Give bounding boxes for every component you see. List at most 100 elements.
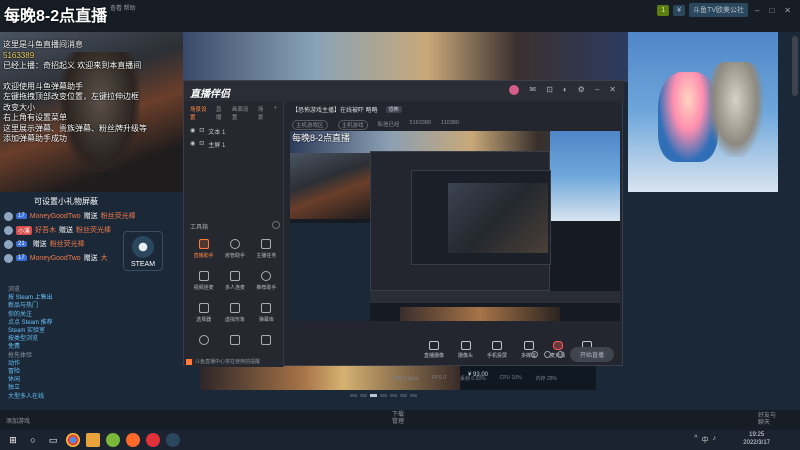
settings-icon[interactable] [556,351,564,358]
scrollbar[interactable] [792,36,798,96]
eye-icon[interactable]: ◉ [190,127,195,136]
tool-item[interactable] [219,335,250,359]
eye-icon[interactable]: ◉ [190,140,195,149]
downloads-button[interactable]: 下载 管理 [392,412,404,426]
sidebar-link[interactable]: 免费 [8,343,175,351]
chrome-icon[interactable] [66,433,80,447]
tool-item[interactable]: 直播助手 [188,239,219,263]
skin-icon[interactable]: ◐ [563,85,568,95]
chat-line: 改变大小 [3,102,35,112]
chat-line: 这里是斗鱼直播间消息 [3,40,83,49]
add-game-button[interactable]: 添加游戏 [6,416,30,425]
tool-item[interactable]: 虚拟形象 [219,303,250,327]
folder-icon[interactable] [86,433,100,447]
gifter-name[interactable]: 好吾木 [35,225,56,235]
task-view-icon[interactable]: ▭ [46,433,60,447]
lock-icon[interactable]: ⊡ [199,140,204,149]
carousel-dot[interactable] [360,394,367,397]
carousel-dot[interactable] [350,394,357,397]
lock-icon[interactable]: ⊡ [199,127,204,136]
store-banner[interactable] [183,32,628,82]
room-info-item[interactable]: 主机游戏 [337,120,368,130]
source-control[interactable]: 手机投屏 [487,341,507,359]
gifter-name[interactable]: MoneyGoodTwo [30,255,81,262]
tool-item[interactable]: 选择器 [188,303,219,327]
toolbox-collapse-icon[interactable] [272,221,280,229]
tab-2[interactable]: 直播 [216,105,226,121]
steam-bottom-bar: 添加游戏 下载 管理 好友与 聊天 [0,410,800,430]
gifter-name[interactable]: MoneyGoodTwo [30,213,81,220]
add-scene-icon[interactable]: + [274,105,277,121]
tray-icon[interactable]: 中 [702,435,709,445]
tool-item[interactable] [188,335,219,359]
sidebar-link[interactable]: Steam 实验室 [8,327,175,335]
account-chip[interactable]: 斗鱼TV欧美公社 [689,3,748,17]
carousel-dot[interactable] [380,394,387,397]
start-live-button[interactable]: 开始直播 [569,347,614,362]
sidebar-link[interactable]: 冒险 [8,368,175,376]
clock[interactable]: 19:25 2022/3/17 [743,432,770,447]
tool-item[interactable]: 视频连麦 [188,271,219,295]
notification-badge[interactable]: 1 [657,4,670,16]
scene-item[interactable]: ◉ ⊡ 主屏 1 [184,138,283,151]
search-icon[interactable]: ○ [26,433,40,447]
tab-3[interactable]: 画面设置 [232,105,252,121]
room-title[interactable]: 【恐怖游戏主播】在线被吓 略略 [292,105,378,114]
steam-menu[interactable]: 查看 帮助 [110,3,136,12]
close-icon[interactable]: ✕ [781,6,794,15]
friends-chat-button[interactable]: 好友与 聊天 [758,413,776,427]
carousel-dot[interactable] [390,394,397,397]
tool-item[interactable] [251,335,282,359]
maximize-icon[interactable]: □ [766,6,777,15]
featured-game-art-right[interactable] [628,32,778,192]
weibo-icon[interactable] [146,433,160,447]
sidebar-link[interactable]: 新品与热门 [8,302,175,310]
timer-icon[interactable] [543,351,551,358]
close-icon[interactable]: ✕ [609,85,616,95]
sidebar-link[interactable]: 按类型浏览 [8,335,175,343]
tool-item[interactable]: 房管助手 [219,239,250,263]
scene-item[interactable]: ◉ ⊡ 文本 1 [184,125,283,138]
tool-item[interactable]: 弹幕库 [251,303,282,327]
avatar[interactable] [509,85,520,95]
carousel-dot[interactable] [400,394,407,397]
mail-icon[interactable]: ✉ [529,85,536,95]
minimize-icon[interactable]: – [595,85,599,95]
companion-logo: 直播伴侣 [190,89,230,100]
carousel-dots[interactable] [350,394,417,397]
douyu-icon[interactable] [126,433,140,447]
tool-item[interactable]: 主播任务 [251,239,282,263]
tool-item[interactable]: 多人连麦 [219,271,250,295]
app-icon[interactable] [106,433,120,447]
room-info: 主机游戏区 主机游戏 私信已经 5163389 110380 [284,118,624,132]
sidebar-link[interactable]: 休闲 [8,376,175,384]
tray-icon[interactable]: ^ [694,435,697,445]
minimize-icon[interactable]: – [752,6,762,15]
record-icon[interactable] [530,351,538,358]
checkbox[interactable] [186,358,192,365]
steam-icon[interactable] [166,433,180,447]
sidebar-link[interactable]: 独立 [8,384,175,392]
carousel-dot[interactable] [410,394,417,397]
sidebar-link[interactable]: 你的关注 [8,311,175,319]
source-control[interactable]: 直播摄像 [424,341,444,359]
settings-icon[interactable]: ⚙ [578,85,585,95]
wallet-chip[interactable]: ¥ [673,4,686,16]
sidebar-link[interactable]: 动作 [8,360,175,368]
sidebar-link[interactable]: 大型多人在线 [8,393,175,401]
source-control[interactable]: 摄像头 [458,341,473,359]
stream-preview[interactable]: 每晚8-2点直播 [290,131,620,321]
room-info-item[interactable]: 主机游戏区 [292,120,328,130]
carousel-dot-active[interactable] [370,394,377,397]
room-tag[interactable]: 恐怖 [385,106,402,113]
sidebar-link[interactable]: 按 Steam 上售出 [8,294,175,302]
tool-item[interactable]: 推荐助手 [251,271,282,295]
windows-start-icon[interactable]: ⊞ [6,433,20,447]
tab-1[interactable]: 场景设置 [190,105,210,121]
tool-icon [198,271,209,281]
tab-4[interactable]: 场景 [258,105,268,121]
lock-icon[interactable]: ⊡ [546,85,553,95]
tray-icon[interactable]: ♪ [713,435,717,445]
footer-text: 斗鱼直播中心将在使用前提醒 [195,359,261,365]
sidebar-link[interactable]: 点点 Steam 推荐 [8,319,175,327]
